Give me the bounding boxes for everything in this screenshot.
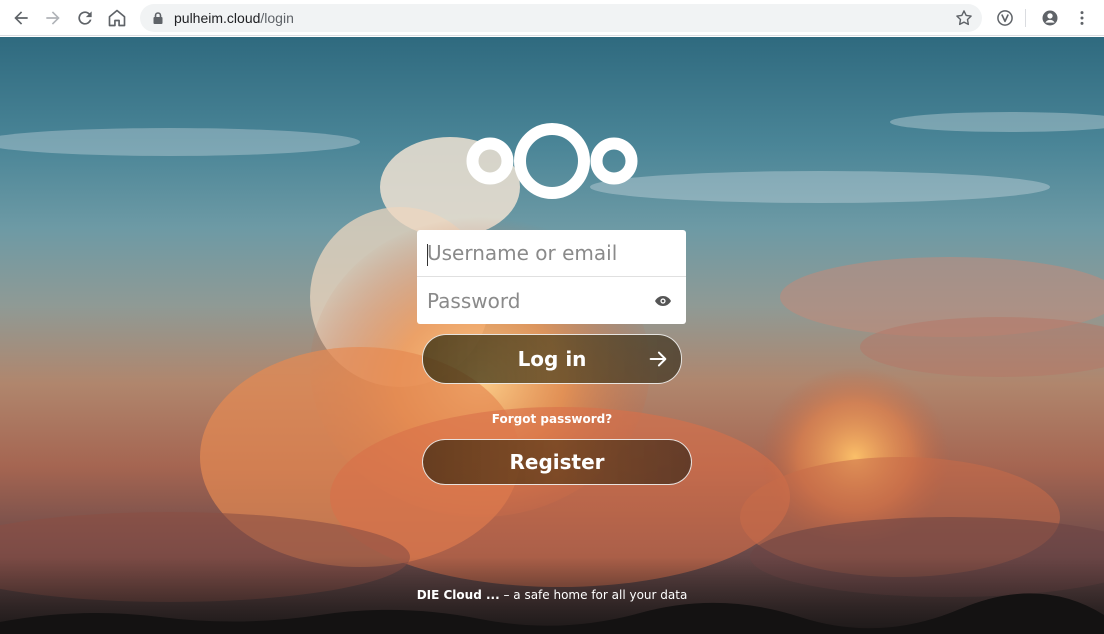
forward-icon[interactable] [39, 4, 67, 32]
login-page: Log in Forgot password? Register DIE Clo… [0, 37, 1104, 634]
password-field[interactable] [417, 277, 686, 324]
login-button[interactable]: Log in [422, 334, 682, 384]
lock-icon [153, 12, 163, 24]
nextcloud-logo [466, 123, 638, 199]
forgot-password-label: Forgot password? [491, 412, 613, 426]
username-input[interactable] [417, 230, 686, 276]
footer-tagline: – a safe home for all your data [499, 588, 688, 602]
register-label: Register [509, 450, 605, 474]
footer: DIE Cloud ... – a safe home for all your… [0, 588, 1104, 602]
address-bar[interactable]: pulheim.cloud/login [140, 4, 982, 32]
footer-brand: DIE Cloud ... [416, 588, 500, 602]
forgot-password-link[interactable]: Forgot password? [0, 412, 1104, 426]
arrow-right-icon [649, 351, 667, 367]
url-text[interactable]: pulheim.cloud/login [174, 10, 294, 26]
username-field[interactable] [417, 230, 686, 277]
login-label: Log in [517, 347, 587, 371]
home-icon[interactable] [103, 4, 131, 32]
register-button[interactable]: Register [422, 439, 692, 485]
menu-icon[interactable] [1068, 4, 1096, 32]
show-password-icon[interactable] [654, 295, 672, 307]
toolbar-separator [1025, 9, 1026, 27]
browser-toolbar: pulheim.cloud/login [0, 0, 1104, 36]
back-icon[interactable] [7, 4, 35, 32]
star-icon[interactable] [954, 8, 974, 28]
password-input[interactable] [417, 277, 686, 324]
url-path: /login [260, 10, 294, 26]
profile-icon[interactable] [1036, 4, 1064, 32]
vivaldi-extension-icon[interactable] [991, 4, 1019, 32]
text-caret [427, 244, 428, 266]
url-host: pulheim.cloud [174, 10, 261, 26]
reload-icon[interactable] [71, 4, 99, 32]
